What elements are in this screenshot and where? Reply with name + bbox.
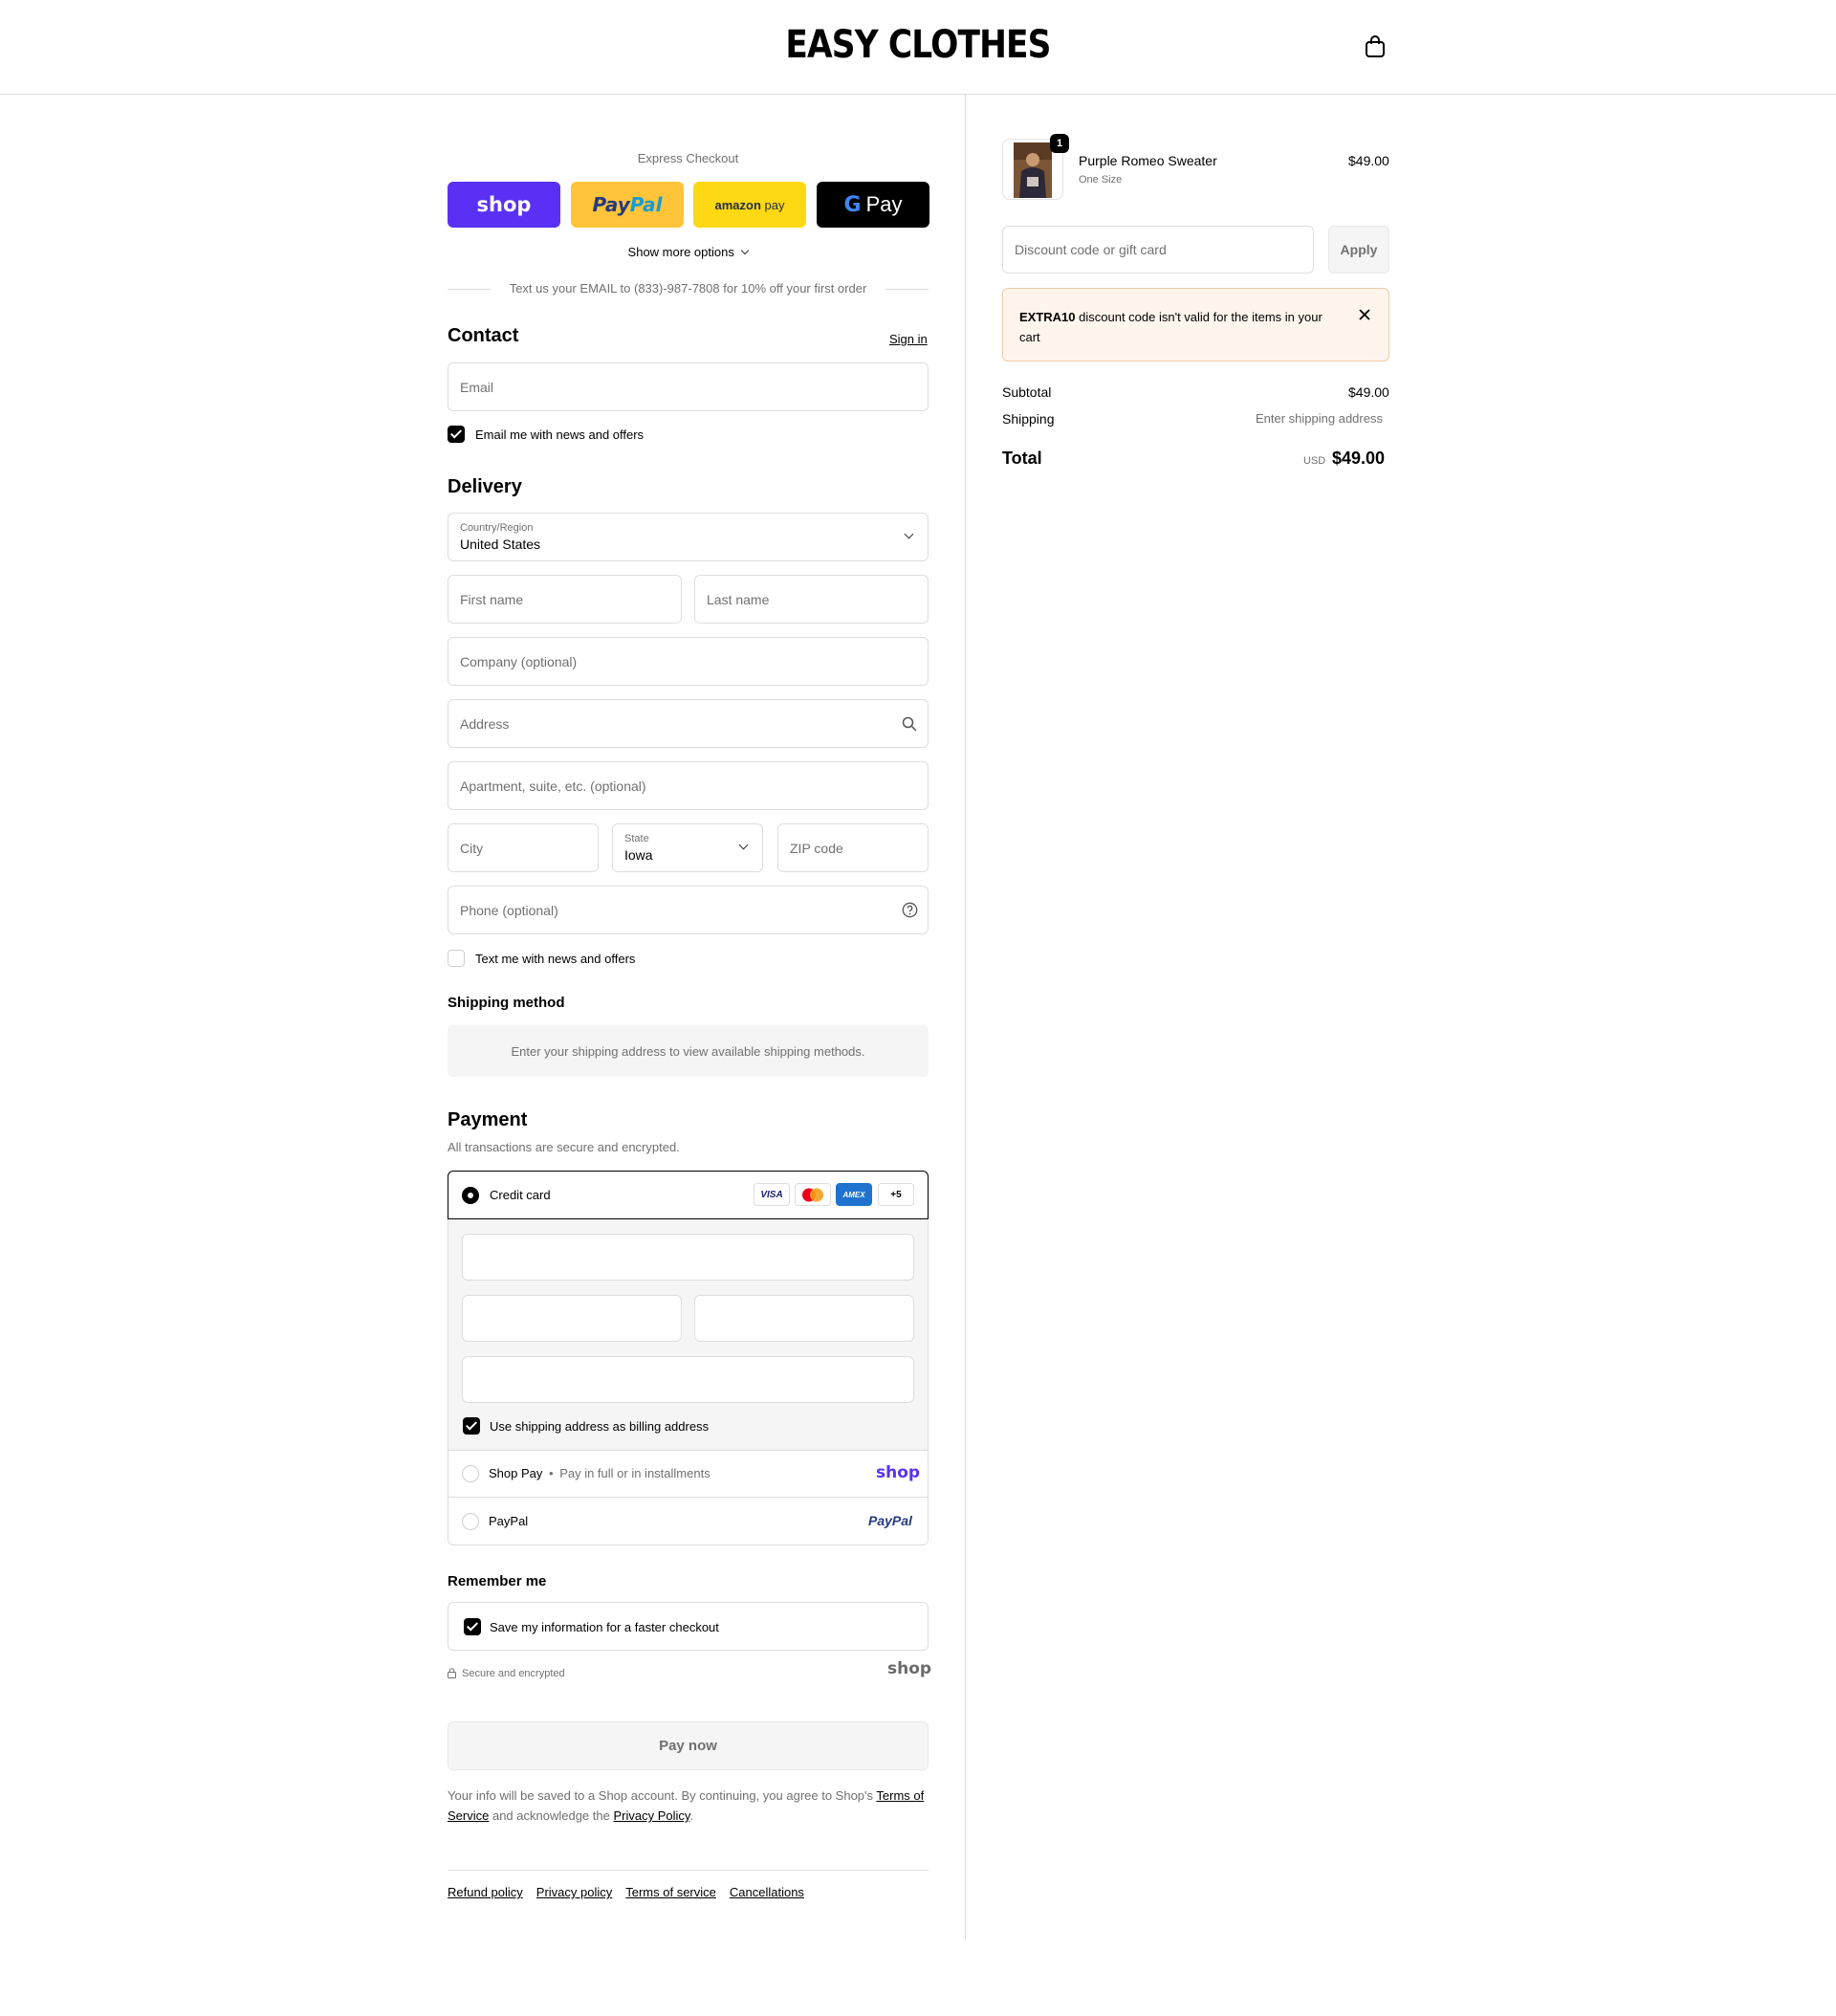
secure-text: Secure and encrypted — [462, 1668, 565, 1679]
amex-icon: AMEX — [836, 1183, 872, 1206]
product-variant: One Size — [1079, 174, 1123, 186]
order-summary-panel — [965, 95, 1836, 1940]
paypal-logo: PayPal — [868, 1513, 912, 1528]
company-field[interactable]: Company (optional) — [448, 637, 929, 686]
footer-divider — [448, 1870, 929, 1871]
shop-pay-button[interactable]: shop — [448, 182, 560, 228]
google-icon: G — [843, 192, 862, 217]
refund-policy-link[interactable]: Refund policy — [448, 1885, 523, 1899]
total-label: Total — [1002, 449, 1042, 468]
product-price: $49.00 — [1348, 153, 1389, 168]
quantity-badge: 1 — [1050, 134, 1069, 153]
email-offers-checkbox[interactable] — [448, 426, 465, 443]
show-more-options-button[interactable]: Show more options — [448, 245, 929, 259]
pay-now-button[interactable]: Pay now — [448, 1721, 929, 1770]
header: EASY CLOTHES — [0, 0, 1836, 95]
apartment-field[interactable]: Apartment, suite, etc. (optional) — [448, 761, 929, 810]
divider — [885, 289, 929, 290]
last-name-field[interactable]: Last name — [694, 575, 929, 624]
email-offers-label: Email me with news and offers — [475, 427, 645, 442]
save-info-option[interactable]: Save my information for a faster checkou… — [448, 1602, 929, 1651]
paypal-label: PayPal — [489, 1514, 529, 1528]
privacy-policy-footer-link[interactable]: Privacy policy — [536, 1885, 612, 1899]
save-info-checkbox[interactable] — [464, 1618, 481, 1635]
city-field[interactable]: City — [448, 823, 599, 872]
contact-heading: Contact — [448, 325, 519, 346]
shop-pay-logo: shop — [876, 1463, 921, 1482]
first-name-field[interactable]: First name — [448, 575, 682, 624]
card-expiry-field[interactable] — [462, 1295, 682, 1342]
terms-of-service-footer-link[interactable]: Terms of service — [625, 1885, 716, 1899]
discount-error-banner: EXTRA10 discount code isn't valid for th… — [1002, 288, 1389, 362]
text-offers-checkbox[interactable] — [448, 950, 465, 967]
address-field[interactable]: Address — [448, 699, 929, 748]
lock-icon — [448, 1668, 456, 1678]
payment-heading: Payment — [448, 1109, 528, 1130]
shipping-label: Shipping — [1002, 411, 1055, 427]
shop-pay-radio[interactable] — [462, 1465, 479, 1482]
product-name: Purple Romeo Sweater — [1079, 153, 1217, 168]
chevron-down-icon — [741, 246, 750, 255]
paypal-button[interactable]: PayPal — [571, 182, 684, 228]
shipping-method-heading: Shipping method — [448, 995, 565, 1011]
zip-code-field[interactable]: ZIP code — [777, 823, 929, 872]
close-icon[interactable] — [1358, 308, 1371, 321]
save-info-label: Save my information for a faster checkou… — [490, 1620, 719, 1634]
chevron-down-icon — [904, 529, 914, 539]
billing-same-checkbox[interactable] — [463, 1417, 480, 1435]
billing-same-label: Use shipping address as billing address — [490, 1419, 710, 1434]
state-select[interactable]: State Iowa — [612, 823, 763, 872]
paypal-radio[interactable] — [462, 1513, 479, 1530]
card-security-code-field[interactable] — [694, 1295, 914, 1342]
phone-field[interactable]: Phone (optional) — [448, 886, 929, 934]
amazon-pay-button[interactable]: amazon pay — [693, 182, 806, 228]
subtotal-label: Subtotal — [1002, 384, 1052, 400]
currency-label: USD — [1303, 455, 1326, 467]
privacy-policy-link[interactable]: Privacy Policy — [613, 1808, 689, 1823]
mastercard-icon — [795, 1183, 831, 1206]
quantity-value: 1 — [1056, 138, 1063, 149]
email-field[interactable]: Email — [448, 362, 929, 411]
sign-in-link[interactable]: Sign in — [889, 332, 928, 346]
express-checkout-title: Express Checkout — [637, 151, 739, 165]
footer-links: Refund policy Privacy policy Terms of se… — [448, 1885, 804, 1899]
search-icon — [902, 716, 917, 732]
help-icon[interactable] — [902, 902, 918, 918]
apply-discount-button[interactable]: Apply — [1328, 226, 1389, 274]
discount-input[interactable]: Discount code or gift card — [1002, 226, 1314, 274]
google-pay-button[interactable]: G Pay — [817, 182, 929, 228]
legal-text: Your info will be saved to a Shop accoun… — [448, 1788, 925, 1823]
payment-subtitle: All transactions are secure and encrypte… — [448, 1140, 680, 1154]
shipping-method-notice: Enter your shipping address to view avai… — [448, 1025, 929, 1077]
credit-card-label: Credit card — [490, 1188, 551, 1202]
more-cards-badge: +5 — [878, 1183, 914, 1206]
shop-pay-option[interactable]: Shop Pay • Pay in full or in installment… — [448, 1450, 929, 1498]
shop-pay-label: Shop Pay • Pay in full or in installment… — [489, 1466, 710, 1480]
error-message: EXTRA10 discount code isn't valid for th… — [1019, 310, 1322, 344]
cancellations-link[interactable]: Cancellations — [730, 1885, 804, 1899]
text-offers-label: Text me with news and offers — [475, 952, 636, 966]
card-number-field[interactable] — [462, 1234, 914, 1281]
country-select[interactable]: Country/Region United States — [448, 513, 929, 561]
sms-promo-text: Text us your EMAIL to (833)-987-7808 for… — [509, 281, 867, 296]
delivery-heading: Delivery — [448, 476, 522, 497]
total-value: $49.00 — [1332, 449, 1386, 468]
divider — [448, 289, 491, 290]
paypal-option[interactable]: PayPal PayPal — [448, 1498, 929, 1545]
shopping-bag-icon[interactable] — [1365, 35, 1386, 58]
store-logo[interactable]: EASY CLOTHES — [128, 23, 1707, 67]
shop-logo: shop — [887, 1659, 932, 1678]
subtotal-value: $49.00 — [1348, 384, 1389, 400]
card-name-field[interactable] — [462, 1356, 914, 1403]
remember-me-heading: Remember me — [448, 1573, 547, 1589]
shipping-value: Enter shipping address — [1256, 411, 1383, 426]
visa-icon: VISA — [754, 1183, 790, 1206]
credit-card-radio[interactable] — [462, 1187, 479, 1204]
chevron-down-icon — [738, 840, 749, 850]
